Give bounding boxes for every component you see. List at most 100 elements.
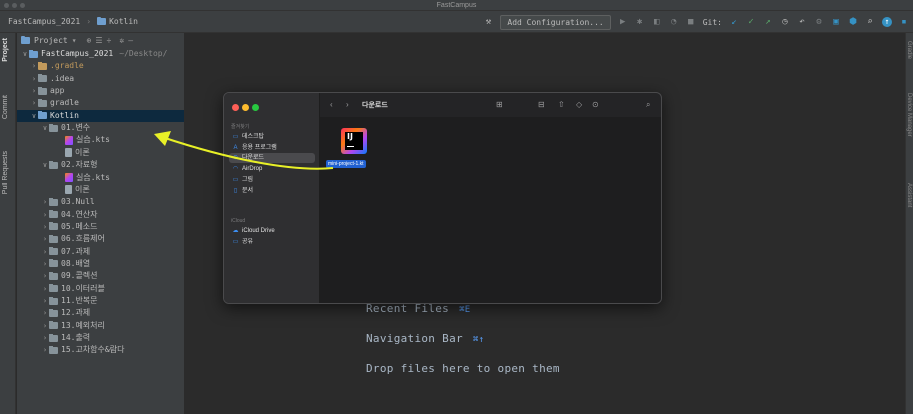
tab-commit[interactable]: Commit (2, 95, 9, 119)
tree-item[interactable]: › .gradle (17, 60, 184, 72)
sdk-manager-icon[interactable]: ⬢ (848, 17, 858, 27)
project-view-selector[interactable]: Project (34, 36, 68, 45)
hide-icon[interactable]: — (128, 36, 133, 45)
tools-icon[interactable]: ⚙ (814, 17, 824, 27)
tree-item[interactable]: › 12.과제 (17, 307, 184, 319)
chevron-down-icon[interactable]: ∨ (41, 122, 49, 134)
hammer-icon[interactable]: ⚒ (483, 17, 493, 27)
expand-all-icon[interactable]: ☰ (95, 36, 102, 45)
locate-icon[interactable]: ⊕ (87, 36, 92, 45)
tree-item[interactable]: ∨ Kotlin (17, 109, 184, 122)
tree-item[interactable]: ∨ 01.변수 (17, 122, 184, 134)
coverage-icon[interactable]: ◧ (652, 17, 662, 27)
tree-item[interactable]: › gradle (17, 97, 184, 109)
tree-item[interactable]: › 13.예외처리 (17, 320, 184, 332)
avatar[interactable]: ▪ (899, 17, 909, 27)
intellij-file-icon[interactable]: IJ (341, 128, 367, 154)
chevron-right-icon[interactable]: › (30, 60, 38, 72)
tab-gradle[interactable]: Gradle (906, 41, 912, 59)
tree-item[interactable]: › 07.과제 (17, 246, 184, 258)
chevron-right-icon[interactable]: › (41, 196, 49, 208)
git-push-icon[interactable]: ↗ (763, 17, 773, 27)
finder-minimize-button[interactable] (242, 104, 249, 111)
rollback-icon[interactable]: ↶ (797, 17, 807, 27)
tree-item[interactable]: › 06.흐름제어 (17, 233, 184, 245)
chevron-right-icon[interactable]: › (41, 344, 49, 356)
chevron-right-icon[interactable]: › (41, 320, 49, 332)
chevron-right-icon[interactable]: › (41, 209, 49, 221)
finder-sidebar-item[interactable]: ☁ iCloud Drive (229, 226, 315, 236)
tree-item[interactable]: › .idea (17, 73, 184, 85)
tab-pull-requests[interactable]: Pull Requests (2, 151, 9, 194)
device-icon[interactable]: ▣ (831, 17, 841, 27)
tree-item[interactable]: › 14.출력 (17, 332, 184, 344)
finder-sidebar-item[interactable]: A 응용 프로그램 (229, 143, 315, 153)
chevron-right-icon[interactable]: › (30, 85, 38, 97)
chevron-right-icon[interactable]: › (30, 73, 38, 85)
finder-sidebar-item[interactable]: ▭ 데스크탑 (229, 132, 315, 142)
breadcrumb-folder[interactable]: Kotlin (109, 17, 138, 26)
chevron-right-icon[interactable]: › (41, 283, 49, 295)
add-configuration-button[interactable]: Add Configuration... (500, 14, 611, 30)
tree-item[interactable]: › app (17, 85, 184, 97)
tree-item[interactable]: › 15.고차함수&람다 (17, 344, 184, 356)
share-icon[interactable]: ⇧ (558, 100, 565, 109)
finder-content[interactable]: IJ mini-project-1.kt (320, 117, 661, 303)
stop-icon[interactable]: ■ (686, 17, 696, 27)
back-icon[interactable]: ‹ (330, 100, 333, 109)
tree-item[interactable]: › 09.콜렉션 (17, 270, 184, 282)
tree-item[interactable]: › 10.이터러블 (17, 283, 184, 295)
finder-sidebar-item[interactable]: ▯ 문서 (229, 186, 315, 196)
tree-item[interactable]: 이론 (17, 184, 184, 196)
chevron-down-icon[interactable]: ▾ (72, 36, 77, 45)
chevron-right-icon[interactable]: › (41, 307, 49, 319)
tree-item[interactable]: › 11.반복문 (17, 295, 184, 307)
git-update-icon[interactable]: ↙ (729, 17, 739, 27)
chevron-right-icon[interactable]: › (41, 332, 49, 344)
finder-zoom-button[interactable] (252, 104, 259, 111)
tree-item[interactable]: ∨ FastCampus_2021 ~/Desktop/ (17, 48, 184, 60)
finder-sidebar-item[interactable]: ▭ 그림 (229, 175, 315, 185)
tab-project[interactable]: Project (2, 38, 9, 62)
chevron-right-icon[interactable]: › (41, 233, 49, 245)
tree-item[interactable]: › 03.Null (17, 196, 184, 208)
tree-item[interactable]: 이론 (17, 147, 184, 159)
chevron-down-icon[interactable]: ∨ (30, 110, 38, 122)
chevron-right-icon[interactable]: › (41, 258, 49, 270)
grid-view-icon[interactable]: ⊞ (496, 100, 503, 109)
finder-close-button[interactable] (232, 104, 239, 111)
history-icon[interactable]: ◷ (780, 17, 790, 27)
tree-item[interactable]: ∨ 02.자료형 (17, 159, 184, 171)
run-icon[interactable]: ▶ (618, 17, 628, 27)
chevron-down-icon[interactable]: ∨ (41, 159, 49, 171)
finder-sidebar-item[interactable]: ◠ AirDrop (229, 164, 315, 174)
gear-icon[interactable]: ✲ (119, 36, 124, 45)
chevron-right-icon[interactable]: › (41, 295, 49, 307)
update-icon[interactable]: ↑ (882, 17, 892, 27)
more-icon[interactable]: ⊙ (592, 100, 599, 109)
git-commit-icon[interactable]: ✓ (746, 17, 756, 27)
finder-sidebar-item[interactable]: ⊙ 다운로드 (229, 153, 315, 164)
chevron-right-icon[interactable]: › (41, 246, 49, 258)
tree-item[interactable]: › 08.배열 (17, 258, 184, 270)
breadcrumb-project[interactable]: FastCampus_2021 (8, 17, 80, 26)
tag-icon[interactable]: ◇ (576, 100, 582, 109)
tree-item[interactable]: › 04.연산자 (17, 209, 184, 221)
collapse-all-icon[interactable]: ÷ (107, 36, 112, 45)
chevron-right-icon[interactable]: › (41, 270, 49, 282)
chevron-down-icon[interactable]: ∨ (21, 48, 29, 60)
forward-icon[interactable]: › (346, 100, 349, 109)
tree-item[interactable]: 실습.kts (17, 172, 184, 184)
debug-icon[interactable]: ✱ (635, 17, 645, 27)
group-icon[interactable]: ⊟ (538, 100, 545, 109)
chevron-right-icon[interactable]: › (30, 97, 38, 109)
tree-item[interactable]: › 05.메소드 (17, 221, 184, 233)
tree-item[interactable]: 실습.kts (17, 134, 184, 146)
finder-sidebar-item[interactable]: ▭ 공유 (229, 237, 315, 247)
chevron-right-icon[interactable]: › (41, 221, 49, 233)
search-icon[interactable]: ⌕ (865, 17, 875, 27)
tab-device-manager[interactable]: Device Manager (906, 93, 912, 137)
file-name-label[interactable]: mini-project-1.kt (326, 160, 366, 168)
search-icon[interactable]: ⌕ (646, 100, 650, 110)
profile-icon[interactable]: ◔ (669, 17, 679, 27)
